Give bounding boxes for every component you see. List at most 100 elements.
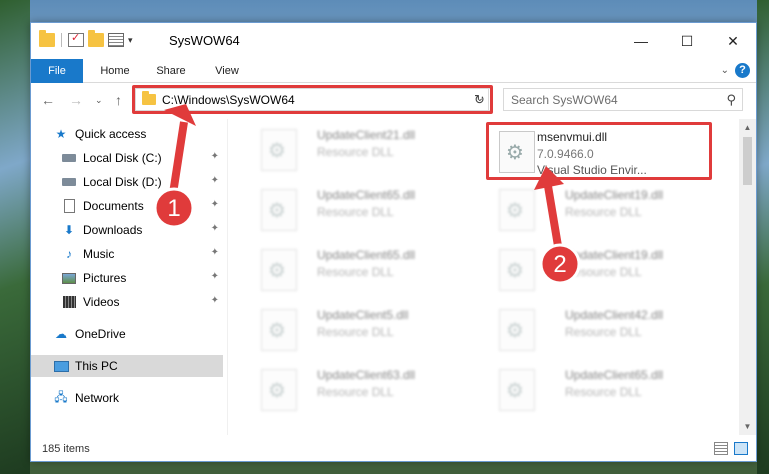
pin-icon[interactable]: ✦ xyxy=(211,271,219,282)
sidebar-item-label: Local Disk (C:) xyxy=(83,151,162,165)
sidebar-item-label: Local Disk (D:) xyxy=(83,175,162,189)
list-item[interactable]: UpdateClient65.dll Resource DLL xyxy=(489,363,719,417)
tab-file[interactable]: File xyxy=(31,59,83,83)
expand-ribbon-icon[interactable]: ⌄ xyxy=(721,65,729,76)
file-name: UpdateClient65.dll xyxy=(317,188,416,202)
tab-home[interactable]: Home xyxy=(93,59,137,83)
tiles-view-icon[interactable] xyxy=(734,442,748,455)
sidebar-item-local-disk-c[interactable]: Local Disk (C:) ✦ xyxy=(31,147,223,169)
list-item[interactable]: UpdateClient63.dll Resource DLL xyxy=(251,363,481,417)
file-type: Resource DLL xyxy=(565,325,642,339)
window-controls: — ☐ ✕ xyxy=(618,23,756,59)
minimize-button[interactable]: — xyxy=(618,23,664,59)
documents-icon xyxy=(61,199,77,213)
scroll-down-icon[interactable]: ▼ xyxy=(739,418,756,435)
back-button[interactable]: ← xyxy=(41,92,55,108)
view-icon[interactable] xyxy=(108,33,124,47)
item-count: 185 items xyxy=(42,443,90,455)
address-bar[interactable]: C:\Windows\SysWOW64 ⌄ xyxy=(135,88,489,111)
dll-file-icon xyxy=(261,129,297,171)
sidebar-item-onedrive[interactable]: ☁ OneDrive xyxy=(31,323,223,345)
details-view-icon[interactable] xyxy=(714,442,728,455)
file-type: Resource DLL xyxy=(317,265,394,279)
desktop-wallpaper-right xyxy=(757,0,769,474)
search-box[interactable]: ⚲ xyxy=(503,88,743,111)
sidebar-item-quick-access[interactable]: ★ Quick access xyxy=(31,123,223,145)
list-item[interactable]: UpdateClient65.dll Resource DLL xyxy=(251,243,481,297)
sidebar-item-label: OneDrive xyxy=(75,327,126,341)
file-name: msenvmui.dll xyxy=(537,130,608,144)
toolbar-separator xyxy=(61,33,62,47)
file-name: UpdateClient65.dll xyxy=(317,248,416,262)
help-icon[interactable]: ? xyxy=(735,63,750,78)
list-item[interactable]: UpdateClient42.dll Resource DLL xyxy=(489,303,719,357)
sidebar-item-documents[interactable]: Documents ✦ xyxy=(31,195,223,217)
dll-file-icon xyxy=(261,189,297,231)
close-button[interactable]: ✕ xyxy=(710,23,756,59)
view-switcher xyxy=(714,442,748,455)
file-type: Resource DLL xyxy=(317,205,394,219)
file-type: Resource DLL xyxy=(317,145,394,159)
file-list: UpdateClient21.dll Resource DLL UpdateCl… xyxy=(231,119,741,435)
scrollbar-thumb[interactable] xyxy=(743,137,752,185)
pin-icon[interactable]: ✦ xyxy=(211,199,219,210)
sidebar-item-local-disk-d[interactable]: Local Disk (D:) ✦ xyxy=(31,171,223,193)
file-description: Visual Studio Envir... xyxy=(537,163,647,177)
sidebar-item-label: Music xyxy=(83,247,115,261)
search-icon[interactable]: ⚲ xyxy=(726,92,736,108)
properties-icon[interactable] xyxy=(68,31,84,47)
sidebar-item-network[interactable]: 🖧 Network xyxy=(31,387,223,409)
pin-icon[interactable]: ✦ xyxy=(211,223,219,234)
list-item[interactable]: UpdateClient21.dll Resource DLL xyxy=(251,123,481,177)
videos-icon xyxy=(61,295,77,309)
list-item[interactable]: UpdateClient5.dll Resource DLL xyxy=(251,303,481,357)
file-name: UpdateClient21.dll xyxy=(317,128,416,142)
refresh-button[interactable]: ↻ xyxy=(469,88,491,111)
address-path[interactable]: C:\Windows\SysWOW64 xyxy=(162,93,295,107)
dll-file-icon xyxy=(499,369,535,411)
up-button[interactable]: ↑ xyxy=(115,92,122,108)
disk-icon xyxy=(61,151,77,165)
sidebar-item-label: Downloads xyxy=(83,223,143,237)
music-icon: ♪ xyxy=(66,247,72,261)
dll-file-icon xyxy=(499,131,535,173)
list-item[interactable]: UpdateClient19.dll Resource DLL xyxy=(489,243,719,297)
folder-icon xyxy=(39,30,55,47)
customize-toolbar-dropdown-icon[interactable]: ▾ xyxy=(128,35,133,46)
list-item[interactable]: UpdateClient19.dll Resource DLL xyxy=(489,183,719,237)
search-input[interactable] xyxy=(504,89,704,110)
vertical-scrollbar[interactable]: ▲ ▼ xyxy=(739,119,756,435)
file-type: Resource DLL xyxy=(565,265,642,279)
recent-locations-icon[interactable]: ⌄ xyxy=(95,95,103,106)
ribbon-right-controls: ⌄ ? xyxy=(721,63,750,78)
sidebar-item-downloads[interactable]: ⬇ Downloads ✦ xyxy=(31,219,223,241)
pin-icon[interactable]: ✦ xyxy=(211,175,219,186)
new-folder-icon[interactable] xyxy=(88,30,104,47)
desktop-wallpaper xyxy=(0,0,30,474)
highlighted-file-msenvmui[interactable]: msenvmui.dll 7.0.9466.0 Visual Studio En… xyxy=(489,125,719,179)
forward-button[interactable]: → xyxy=(69,92,83,108)
pin-icon[interactable]: ✦ xyxy=(211,295,219,306)
maximize-button[interactable]: ☐ xyxy=(664,23,710,59)
sidebar-item-this-pc[interactable]: This PC xyxy=(31,355,223,377)
sidebar-item-videos[interactable]: Videos ✦ xyxy=(31,291,223,313)
folder-icon xyxy=(142,91,156,105)
tab-share[interactable]: Share xyxy=(149,59,193,83)
dll-file-icon xyxy=(499,189,535,231)
file-name: UpdateClient63.dll xyxy=(317,368,416,382)
sidebar-item-label: Network xyxy=(75,391,120,405)
file-name: UpdateClient65.dll xyxy=(565,368,664,382)
sidebar-item-label: Quick access xyxy=(75,127,147,141)
list-item[interactable]: UpdateClient65.dll Resource DLL xyxy=(251,183,481,237)
sidebar-item-label: Videos xyxy=(83,295,120,309)
sidebar-item-music[interactable]: ♪ Music ✦ xyxy=(31,243,223,265)
pane-divider[interactable] xyxy=(227,119,228,435)
sidebar-item-pictures[interactable]: Pictures ✦ xyxy=(31,267,223,289)
pin-icon[interactable]: ✦ xyxy=(211,151,219,162)
file-type: Resource DLL xyxy=(565,385,642,399)
tab-view[interactable]: View xyxy=(205,59,249,83)
pin-icon[interactable]: ✦ xyxy=(211,247,219,258)
file-type: Resource DLL xyxy=(317,385,394,399)
quick-access-toolbar: ▾ xyxy=(39,30,133,47)
scroll-up-icon[interactable]: ▲ xyxy=(739,119,756,136)
